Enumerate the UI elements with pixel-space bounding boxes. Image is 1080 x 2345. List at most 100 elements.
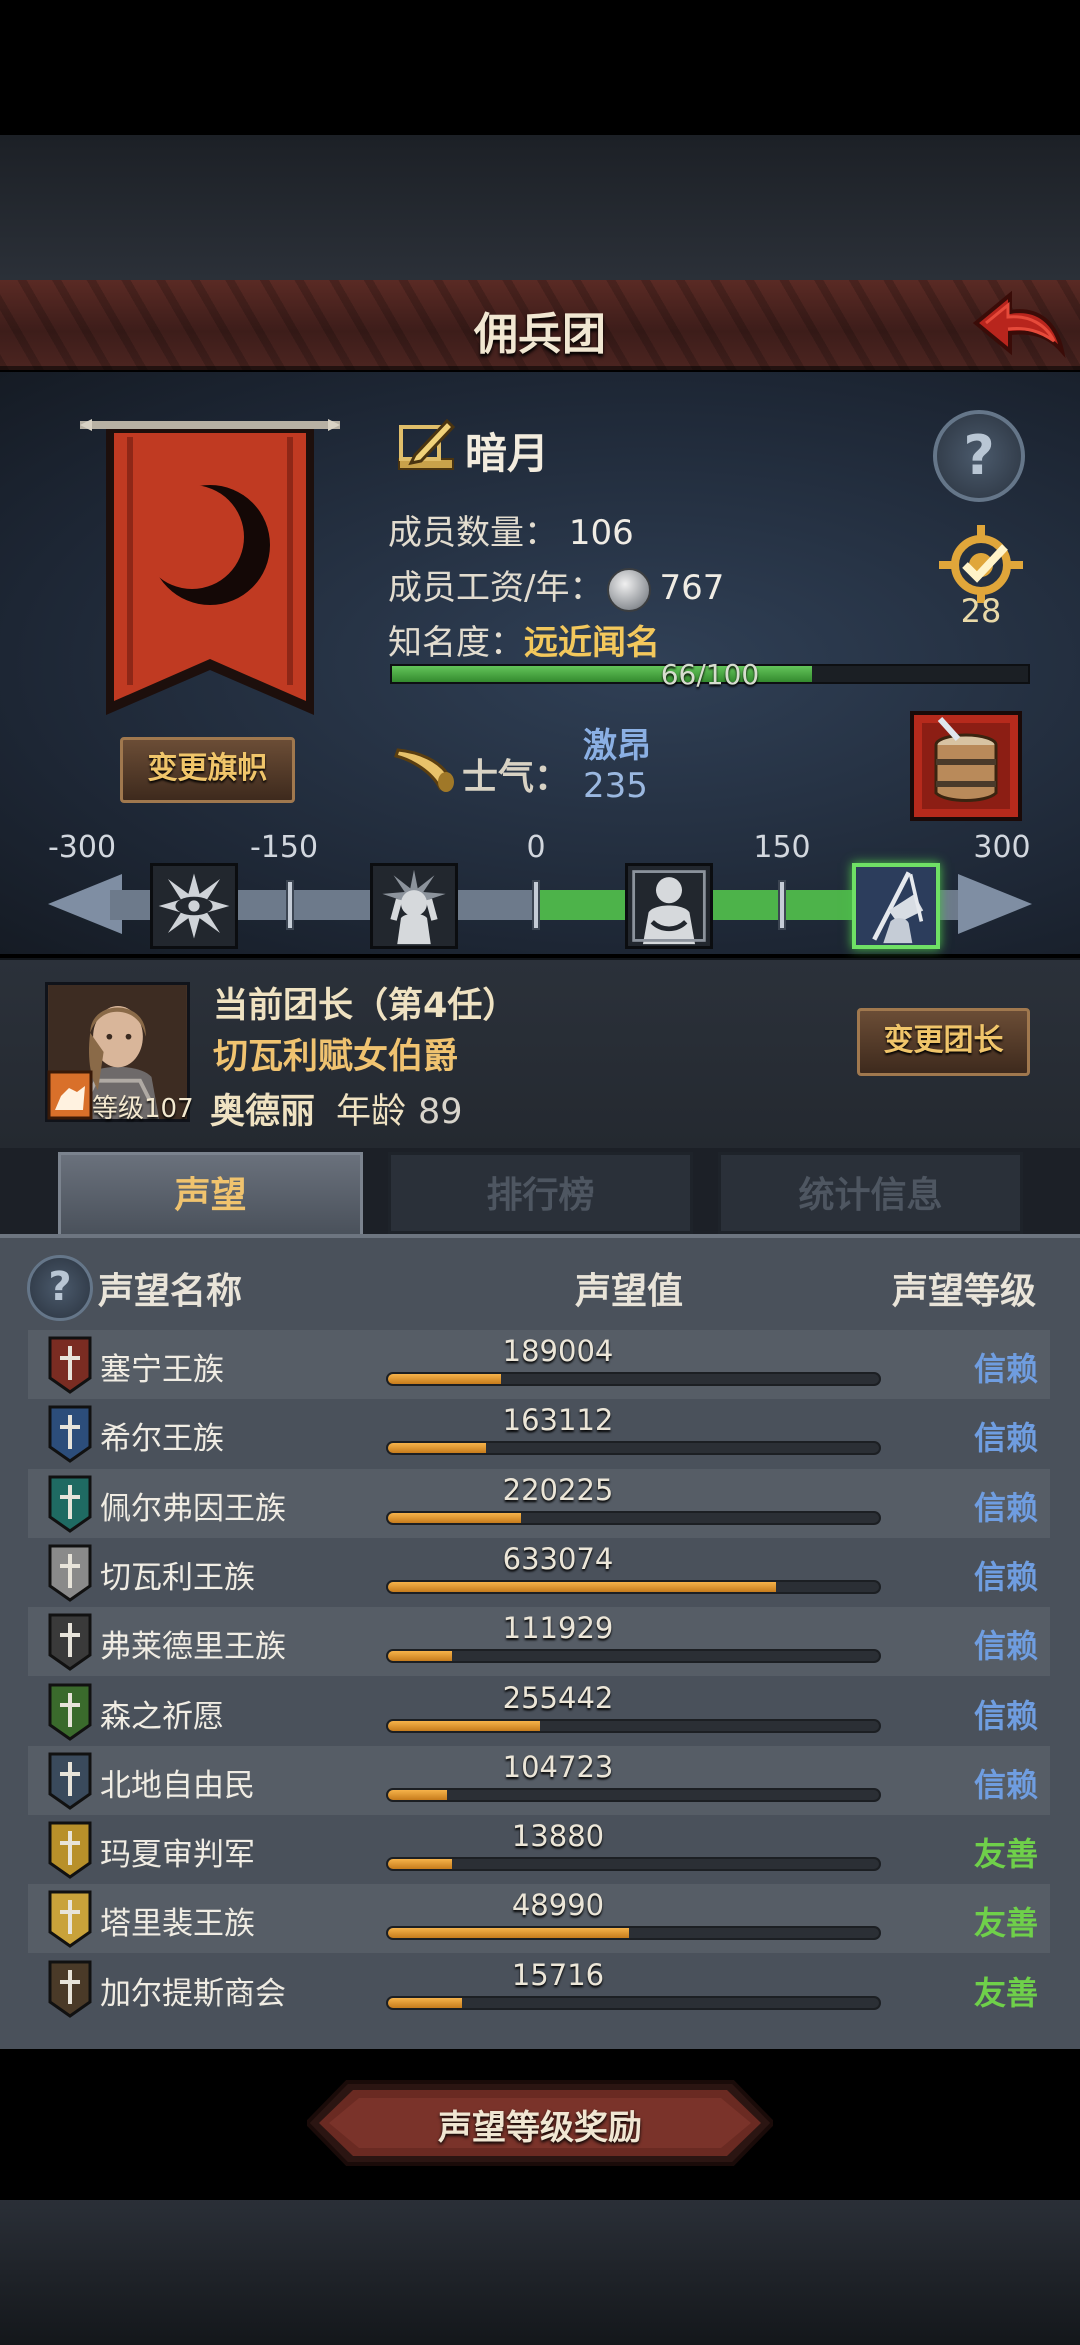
victory-banner-icon[interactable] — [852, 863, 940, 949]
reputation-value: 111929 — [502, 1611, 614, 1646]
members-line: 成员数量： 106 — [388, 505, 634, 554]
barrel-icon[interactable] — [910, 711, 1022, 821]
back-arrow-icon[interactable] — [968, 285, 1068, 365]
fame-progress-bar: 66/100 — [390, 658, 1030, 691]
faction-name: 塔里裴王族 — [100, 1906, 255, 1943]
despair-icon[interactable] — [370, 863, 458, 949]
fame-label: 知名度： — [388, 623, 524, 663]
tick-label: 0 — [526, 830, 546, 865]
reputation-row[interactable]: 森之祈愿 255442 信赖 — [28, 1677, 1050, 1746]
reputation-progress-fill — [388, 1512, 521, 1523]
screen: 佣兵团 变更旗帜 暗月 ? 成员数量： 106 成员工资/年： 767 知名度：远… — [0, 0, 1080, 2345]
tab-statistics[interactable]: 统计信息 — [718, 1152, 1023, 1234]
faction-name: 玛夏审判军 — [100, 1837, 255, 1874]
help-button[interactable]: ? — [933, 410, 1025, 502]
reputation-row[interactable]: 玛夏审判军 13880 友善 — [28, 1815, 1050, 1884]
reputation-progress-fill — [388, 1997, 462, 2008]
reputation-row[interactable]: 北地自由民 104723 信赖 — [28, 1745, 1050, 1815]
rename-pencil-icon[interactable] — [395, 415, 457, 477]
column-header-value: 声望值 — [575, 1271, 684, 1312]
salary-line: 成员工资/年： 767 — [388, 560, 724, 612]
tick-mark — [778, 880, 786, 930]
reputation-progress-bar — [386, 1579, 881, 1594]
faction-crest-icon — [48, 1821, 92, 1879]
guild-name: 暗月 — [465, 429, 550, 478]
reputation-row[interactable]: 塔里裴王族 48990 友善 — [28, 1884, 1050, 1954]
salary-value: 767 — [659, 568, 725, 608]
reputation-help-button[interactable]: ? — [27, 1255, 93, 1321]
morale-state: 激昂 — [583, 726, 651, 766]
reputation-level: 友善 — [973, 1904, 1038, 1943]
reputation-progress-bar — [386, 1787, 881, 1802]
tick-label: 300 — [973, 830, 1031, 865]
bottom-band — [0, 2200, 1080, 2345]
reputation-row[interactable]: 塞宁王族 189004 信赖 — [28, 1330, 1050, 1399]
tick-label: -150 — [249, 830, 319, 865]
tab-leaderboard[interactable]: 排行榜 — [388, 1152, 693, 1234]
reputation-value: 13880 — [511, 1819, 605, 1854]
reputation-progress-bar — [386, 1372, 881, 1386]
reputation-row[interactable]: 佩尔弗因王族 220225 信赖 — [28, 1468, 1050, 1538]
calm-icon[interactable] — [625, 863, 713, 949]
morale-label: 士气： — [462, 757, 571, 798]
reputation-progress-bar — [386, 1995, 881, 2010]
reputation-progress-bar — [386, 1510, 881, 1525]
leader-level: 等级107 — [92, 1094, 194, 1124]
reputation-level: 友善 — [973, 1973, 1038, 2012]
level-badge-icon — [47, 1070, 93, 1120]
guild-banner — [80, 419, 340, 715]
page-title: 佣兵团 — [474, 309, 606, 360]
reputation-progress-bar — [386, 1857, 881, 1872]
reputation-value: 15716 — [511, 1957, 605, 1992]
members-label: 成员数量： — [388, 513, 558, 553]
tab-reputation[interactable]: 声望 — [58, 1152, 363, 1234]
reputation-progress-fill — [388, 1374, 501, 1384]
eye-icon[interactable] — [150, 863, 238, 949]
reputation-row[interactable]: 加尔提斯商会 15716 友善 — [28, 1954, 1050, 2023]
leader-given-name: 奥德丽 — [210, 1092, 316, 1132]
change-leader-button[interactable]: 变更团长 — [857, 1008, 1030, 1076]
reputation-value: 48990 — [511, 1888, 605, 1923]
reputation-level: 友善 — [973, 1835, 1038, 1874]
column-header-level: 声望等级 — [892, 1271, 1037, 1312]
reputation-progress-fill — [388, 1443, 487, 1454]
reputation-row[interactable]: 切瓦利王族 633074 信赖 — [28, 1538, 1050, 1607]
tick-mark — [286, 880, 294, 930]
fame-progress-text: 66/100 — [660, 658, 760, 691]
members-value: 106 — [568, 513, 634, 553]
reputation-value: 104723 — [502, 1749, 614, 1784]
faction-crest-icon — [48, 1752, 92, 1810]
title-bar: 佣兵团 — [0, 280, 1080, 370]
faction-crest-icon — [48, 1336, 92, 1394]
reputation-value: 633074 — [502, 1541, 614, 1576]
reputation-level: 信赖 — [973, 1696, 1038, 1735]
reputation-progress-fill — [388, 1928, 629, 1939]
reputation-progress-fill — [388, 1720, 541, 1731]
reputation-progress-fill — [388, 1581, 776, 1592]
faction-name: 森之祈愿 — [100, 1698, 224, 1735]
reputation-value: 255442 — [502, 1680, 614, 1715]
change-flag-button[interactable]: 变更旗帜 — [120, 737, 295, 803]
leader-title: 当前团长（第4任） — [213, 986, 518, 1026]
reputation-row[interactable]: 希尔王族 163112 信赖 — [28, 1399, 1050, 1468]
horn-icon — [394, 748, 454, 792]
leader-age-value: 89 — [418, 1092, 463, 1132]
faction-crest-icon — [48, 1890, 92, 1949]
silver-coin-icon — [607, 567, 652, 612]
faction-crest-icon — [48, 1405, 92, 1464]
faction-name: 北地自由民 — [100, 1767, 255, 1804]
top-band — [0, 135, 1080, 280]
tick-label: 150 — [753, 830, 811, 865]
reputation-progress-fill — [388, 1651, 452, 1662]
reputation-level: 信赖 — [973, 1765, 1038, 1804]
fame-value: 远近闻名 — [524, 623, 660, 663]
reputation-progress-bar — [386, 1718, 881, 1733]
salary-label: 成员工资/年： — [388, 568, 604, 608]
tick-mark — [532, 880, 540, 930]
reward-button-label: 声望等级奖励 — [438, 2108, 642, 2148]
reputation-level: 信赖 — [973, 1350, 1038, 1388]
leader-name: 切瓦利赋女伯爵 — [213, 1037, 459, 1077]
reputation-level: 信赖 — [973, 1627, 1038, 1666]
reputation-row[interactable]: 弗莱德里王族 111929 信赖 — [28, 1607, 1050, 1677]
leader-age-label: 年龄 — [336, 1092, 407, 1132]
